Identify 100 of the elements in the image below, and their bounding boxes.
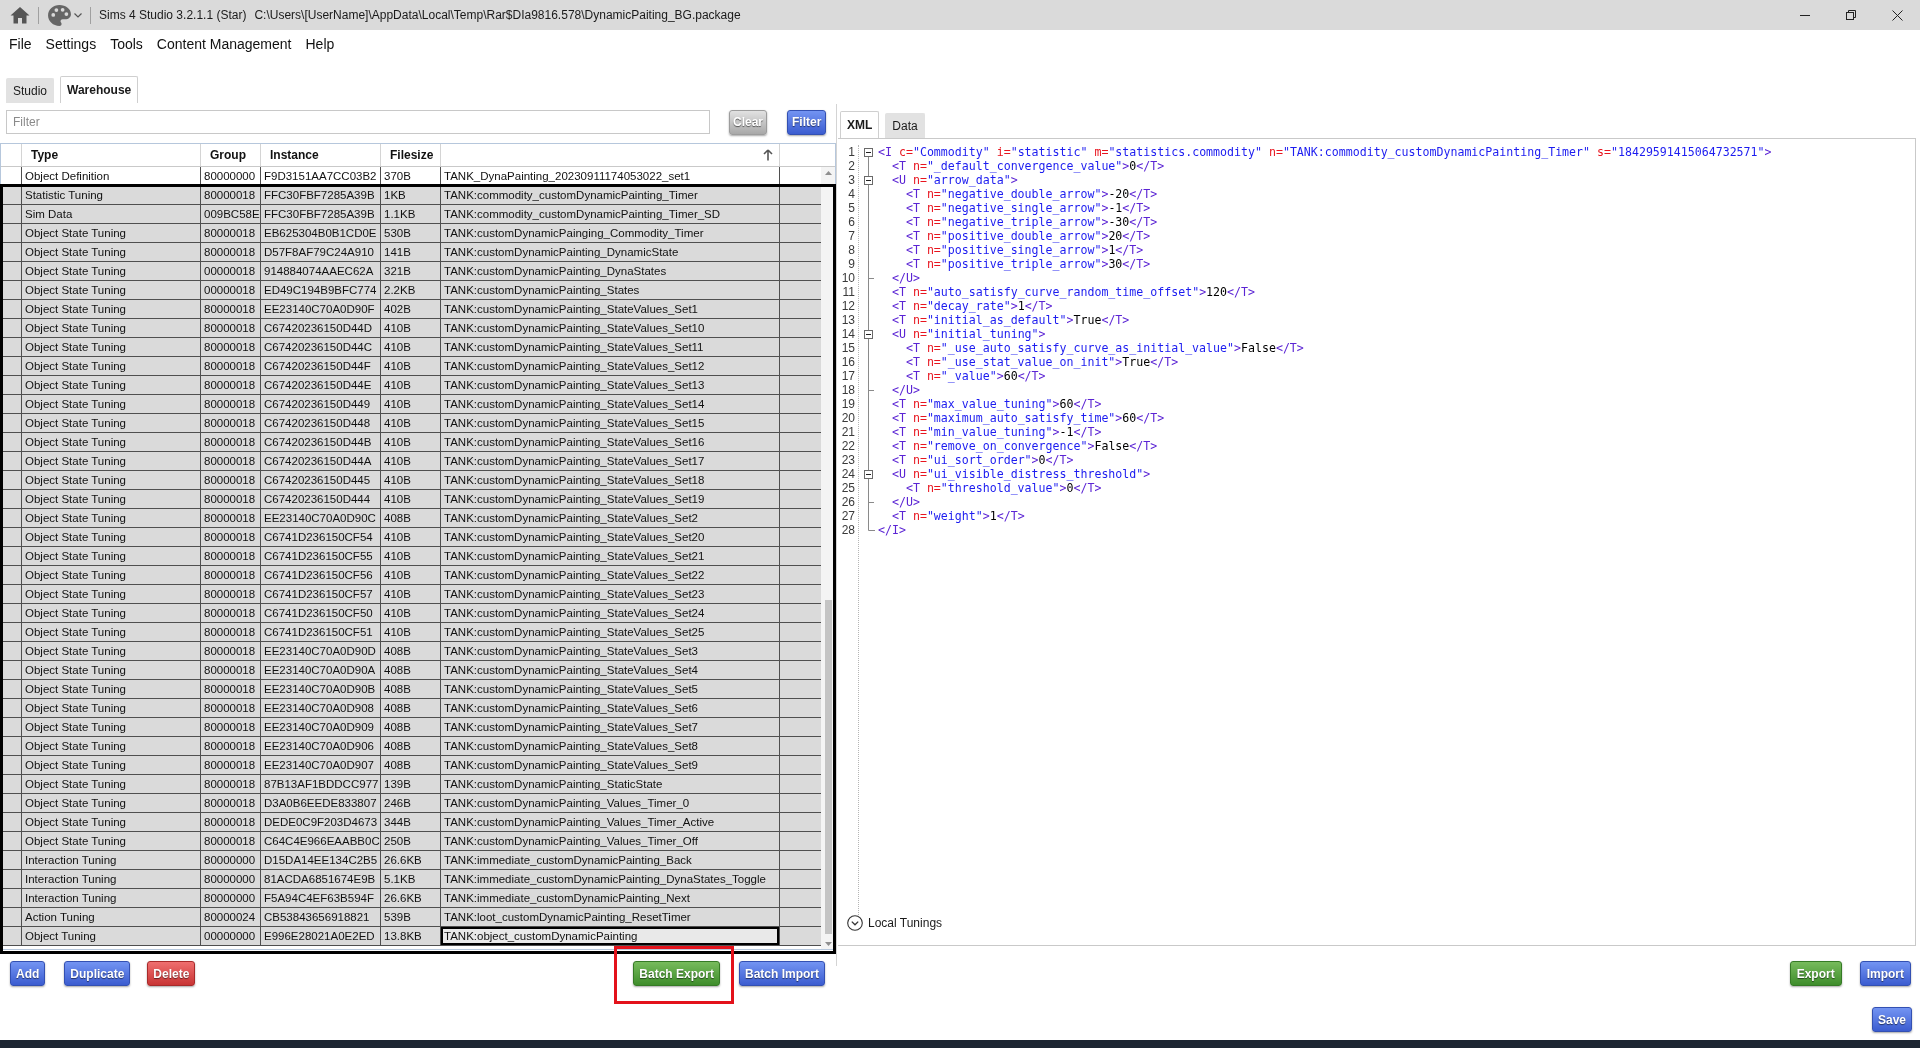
table-row[interactable]: Object State Tuning 00000018 914884074AAEC62A 321B TANK:customDynamicPainting_DynaStates [1, 262, 821, 281]
table-row[interactable]: Object State Tuning 80000018 C67420236150D444 410B TANK:customDynamicPainting_StateValues_Set19 [1, 490, 821, 509]
chevron-down-icon[interactable] [74, 12, 82, 18]
table-row[interactable]: Object State Tuning 80000018 C6741D236150CF54 410B TANK:customDynamicPainting_StateValues_Set20 [1, 528, 821, 547]
table-row[interactable]: Interaction Tuning 80000000 F5A94C4EF63B594F 26.6KB TANK:immediate_customDynamicPainting_Next [1, 889, 821, 908]
table-row[interactable]: Object State Tuning 80000018 EE23140C70A0D907 408B TANK:customDynamicPainting_StateValues_Set9 [1, 756, 821, 775]
table-row[interactable]: Object State Tuning 80000018 C67420236150D44C 410B TANK:customDynamicPainting_StateValues_Set11 [1, 338, 821, 357]
minus-box-icon[interactable] [864, 469, 873, 479]
table-row[interactable]: Object State Tuning 80000018 EE23140C70A0D90A 408B TANK:customDynamicPainting_StateValues_Set4 [1, 661, 821, 680]
code-line: <U n="initial_tuning"> [890, 327, 1047, 341]
table-row[interactable]: Object State Tuning 80000018 EE23140C70A0D906 408B TANK:customDynamicPainting_StateValues_Set8 [1, 737, 821, 756]
table-row[interactable]: Object State Tuning 80000018 EE23140C70A0D90C 408B TANK:customDynamicPainting_StateValues_Set2 [1, 509, 821, 528]
menu-item[interactable]: Content Management [149, 36, 299, 52]
menu-item[interactable]: Tools [103, 36, 150, 52]
table-row[interactable]: Object State Tuning 80000018 87B13AF1BDDCC977 139B TANK:customDynamicPainting_StaticState [1, 775, 821, 794]
caret-down-icon[interactable] [824, 942, 832, 946]
table-row[interactable]: Object State Tuning 80000018 D3A0B6EEDE833807 246B TANK:customDynamicPainting_Values_Timer_0 [1, 794, 821, 813]
minus-box-icon[interactable] [864, 175, 873, 185]
table-cell: Object State Tuning [22, 832, 201, 850]
delete-button[interactable]: Delete [147, 961, 196, 986]
table-row[interactable]: Object State Tuning 80000018 C67420236150D44F 410B TANK:customDynamicPainting_StateValues_Set12 [1, 357, 821, 376]
table-cell: C67420236150D44F [261, 357, 381, 375]
table-row[interactable]: Object State Tuning 80000018 C6741D236150CF51 410B TANK:customDynamicPainting_StateValues_Set25 [1, 623, 821, 642]
table-row[interactable]: Object State Tuning 80000018 EE23140C70A0D908 408B TANK:customDynamicPainting_StateValues_Set6 [1, 699, 821, 718]
table-row[interactable]: Object State Tuning 80000018 EE23140C70A0D90D 408B TANK:customDynamicPainting_StateValues_Set3 [1, 642, 821, 661]
code-line: </U> [890, 271, 921, 285]
batch-import-button[interactable]: Batch Import [739, 961, 825, 986]
tab[interactable]: Warehouse [60, 76, 139, 103]
line-number: 26 [840, 495, 855, 509]
tab[interactable]: Studio [6, 78, 55, 103]
minus-box-icon[interactable] [864, 329, 873, 339]
column-header[interactable]: Instance [261, 144, 381, 166]
table-cell: Object State Tuning [22, 737, 201, 755]
table-row[interactable]: Interaction Tuning 80000000 81ACDA6851674E9B 5.1KB TANK:immediate_customDynamicPainting_DynaStates_Toggle [1, 870, 821, 889]
filter-button[interactable]: Filter [787, 109, 827, 135]
table-row[interactable]: Object State Tuning 80000018 EE23140C70A0D90B 408B TANK:customDynamicPainting_StateValues_Set5 [1, 680, 821, 699]
table-row[interactable]: Object State Tuning 80000018 DEDE0C9F203D4673 344B TANK:customDynamicPainting_Values_Timer_Active [1, 813, 821, 832]
table-row[interactable]: Object State Tuning 80000018 C6741D236150CF57 410B TANK:customDynamicPainting_StateValues_Set23 [1, 585, 821, 604]
line-number: 23 [840, 453, 855, 467]
column-header[interactable]: Group [201, 144, 261, 166]
table-row[interactable]: Object State Tuning 80000018 C67420236150D44A 410B TANK:customDynamicPainting_StateValues_Set17 [1, 452, 821, 471]
add-button[interactable]: Add [10, 961, 46, 986]
caret-up-icon[interactable] [824, 171, 832, 175]
menu-item[interactable]: Settings [38, 36, 104, 52]
table-cell: Object State Tuning [22, 433, 201, 451]
column-header[interactable]: Type [22, 144, 201, 166]
local-tunings-toggle[interactable]: Local Tunings [847, 915, 943, 931]
minus-box-icon[interactable] [864, 147, 873, 157]
table-row[interactable]: Object State Tuning 80000018 C67420236150D44E 410B TANK:customDynamicPainting_StateValues_Set13 [1, 376, 821, 395]
table-cell: 80000000 [201, 870, 261, 888]
table-row[interactable]: Object State Tuning 80000018 EE23140C70A0D90F 402B TANK:customDynamicPainting_StateValues_Set1 [1, 300, 821, 319]
table-row[interactable]: Object State Tuning 80000018 C67420236150D448 410B TANK:customDynamicPainting_StateValues_Set15 [1, 414, 821, 433]
table-cell: 408B [381, 737, 441, 755]
table-row[interactable]: Object State Tuning 80000018 C67420236150D445 410B TANK:customDynamicPainting_StateValues_Set18 [1, 471, 821, 490]
table-row[interactable]: Object Tuning 00000000 E996E28021A0E2ED 13.8KB TANK:object_customDynamicPainting [1, 927, 821, 946]
table-row[interactable]: Object State Tuning 80000018 D57F8AF79C24A910 141B TANK:customDynamicPainting_DynamicState [1, 243, 821, 262]
table-cell: C6741D236150CF55 [261, 547, 381, 565]
tab[interactable]: Data [885, 113, 925, 138]
table-cell: 80000018 [201, 452, 261, 470]
table-row[interactable]: Object State Tuning 80000018 C67420236150D449 410B TANK:customDynamicPainting_StateValues_Set14 [1, 395, 821, 414]
table-cell: 80000018 [201, 794, 261, 812]
table-cell: TANK:immediate_customDynamicPainting_DynaStates_Toggle [441, 870, 780, 888]
column-header[interactable]: Filesize [381, 144, 441, 166]
table-cell: 80000018 [201, 566, 261, 584]
line-number: 2 [847, 159, 855, 173]
scrollbar-thumb[interactable] [824, 600, 832, 934]
table-cell: 402B [381, 300, 441, 318]
table-cell: 80000018 [201, 832, 261, 850]
table-cell: TANK:customDynamicPainting_StateValues_Set12 [441, 357, 780, 375]
palette-icon[interactable] [47, 3, 72, 27]
table-row[interactable]: Object State Tuning 80000018 C6741D236150CF50 410B TANK:customDynamicPainting_StateValues_Set24 [1, 604, 821, 623]
menu-item[interactable]: Help [298, 36, 342, 52]
table-cell: C67420236150D445 [261, 471, 381, 489]
tab[interactable]: XML [840, 111, 880, 138]
home-icon[interactable] [10, 6, 30, 24]
table-row[interactable]: Object State Tuning 80000018 C67420236150D44B 410B TANK:customDynamicPainting_StateValues_Set16 [1, 433, 821, 452]
table-row[interactable]: Object State Tuning 80000018 EE23140C70A0D909 408B TANK:customDynamicPainting_StateValues_Set7 [1, 718, 821, 737]
table-row[interactable]: Object State Tuning 80000018 C67420236150D44D 410B TANK:customDynamicPainting_StateValues_Set10 [1, 319, 821, 338]
close-icon[interactable] [1891, 9, 1903, 21]
table-row[interactable]: Action Tuning 80000024 CB53843656918821 539B TANK:loot_customDynamicPainting_ResetTimer [1, 908, 821, 927]
save-button[interactable]: Save [1871, 1007, 1912, 1032]
table-row[interactable]: Object State Tuning 80000018 C6741D236150CF56 410B TANK:customDynamicPainting_StateValues_Set22 [1, 566, 821, 585]
table-row[interactable]: Interaction Tuning 80000000 D15DA14EE134C2B5 26.6KB TANK:immediate_customDynamicPainting_Back [1, 851, 821, 870]
table-row[interactable]: Object State Tuning 80000018 EB625304B0B1CD0E 530B TANK:customDynamicPainging_Commodity_Timer [1, 224, 821, 243]
table-cell: 408B [381, 642, 441, 660]
import-button[interactable]: Import [1859, 961, 1911, 986]
menu-item[interactable]: File [2, 36, 39, 52]
table-row[interactable]: Sim Data 009BC58E FFC30FBF7285A39B 1.1KB TANK:commodity_customDynamicPainting_Timer_SD [1, 205, 821, 224]
minimize-icon[interactable] [1800, 14, 1810, 16]
duplicate-button[interactable]: Duplicate [64, 961, 131, 986]
table-cell: Statistic Tuning [22, 186, 201, 204]
table-row[interactable]: Object State Tuning 00000018 ED49C194B9BFC774 2.2KB TANK:customDynamicPainting_States [1, 281, 821, 300]
table-row[interactable]: Object State Tuning 80000018 C6741D236150CF55 410B TANK:customDynamicPainting_StateValues_Set21 [1, 547, 821, 566]
table-cell: 410B [381, 566, 441, 584]
filter-input[interactable]: Filter [6, 110, 710, 134]
table-row[interactable]: Object State Tuning 80000018 C64C4E966EAABB0C 250B TANK:customDynamicPainting_Values_Timer_Off [1, 832, 821, 851]
table-cell: 408B [381, 718, 441, 736]
table-cell: TANK:object_customDynamicPainting [441, 927, 780, 945]
restore-icon[interactable] [1846, 10, 1856, 20]
chevron-down-circle-icon[interactable] [847, 915, 863, 931]
